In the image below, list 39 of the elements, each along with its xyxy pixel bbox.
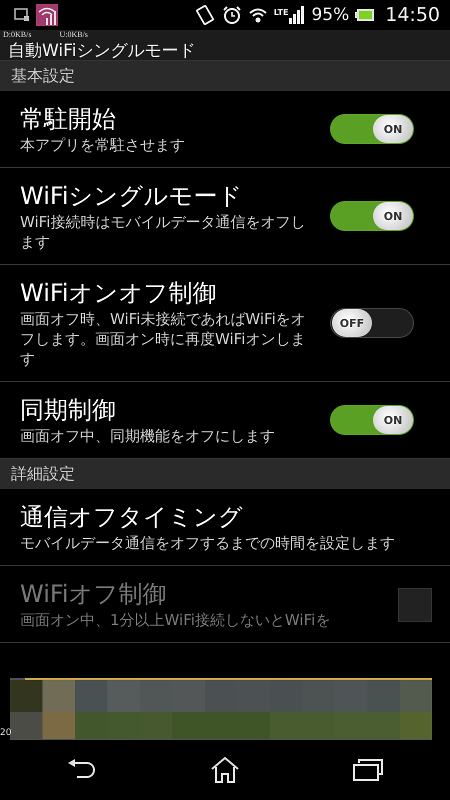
network-type-label: LTE [274, 8, 288, 17]
setting-row[interactable]: WiFiオンオフ制御 画面オフ時、WiFi未接続であればWiFiをオフします。画面オン時に再度WiFiオンします OFF [0, 265, 450, 382]
setting-row[interactable]: 常駐開始 本アプリを常駐させます ON [0, 91, 450, 168]
toggle-switch[interactable]: ON [330, 405, 414, 435]
upload-speed: U:0KB/s [59, 30, 88, 40]
clock-time: 14:50 [385, 4, 440, 26]
signal-bars-icon [289, 6, 306, 24]
setting-summary: 画面オン中、1分以上WiFi接続しないとWiFiを [20, 610, 332, 630]
setting-summary: 画面オフ中、同期機能をオフにします [20, 426, 276, 446]
setting-row[interactable]: 通信オフタイミング モバイルデータ通信をオフするまでの時間を設定します [0, 489, 450, 566]
toggle-switch[interactable]: ON [330, 201, 414, 231]
battery-icon [355, 8, 376, 22]
section-title: 詳細設定 [11, 464, 75, 484]
setting-title: 同期制御 [20, 395, 117, 426]
home-icon[interactable] [210, 756, 240, 784]
toggle-switch[interactable]: ON [330, 114, 414, 144]
app-title: 自動WiFiシングルモード [8, 42, 196, 60]
setting-title: WiFiオフ制御 [20, 579, 168, 610]
alarm-clock-icon [222, 5, 242, 25]
section-title: 基本設定 [11, 66, 75, 86]
setting-row[interactable]: WiFiシングルモード WiFi接続時はモバイルデータ通信をオフします ON [0, 168, 450, 265]
download-speed: D:0KB/s [3, 30, 32, 40]
vibrate-icon [194, 4, 216, 26]
screenshot-icon [14, 8, 30, 22]
setting-title: 常駐開始 [20, 104, 117, 135]
recent-apps-icon[interactable] [353, 759, 384, 781]
setting-summary: 画面オフ時、WiFi未接続であればWiFiをオフします。画面オン時に再度WiFiオンします [20, 309, 307, 369]
setting-title: WiFiシングルモード [20, 181, 244, 212]
toggle-switch[interactable]: OFF [330, 308, 414, 338]
battery-percent: 95% [311, 5, 350, 25]
ad-corner-text: 20 [0, 728, 12, 738]
setting-summary: モバイルデータ通信をオフするまでの時間を設定します [20, 533, 396, 553]
wifi-icon [248, 6, 268, 24]
wifi-signal-icon [36, 4, 58, 26]
setting-title: 通信オフタイミング [20, 502, 244, 533]
setting-title: WiFiオンオフ制御 [20, 278, 218, 309]
setting-summary: WiFi接続時はモバイルデータ通信をオフします [20, 212, 306, 252]
setting-summary: 本アプリを常駐させます [20, 135, 186, 155]
back-icon[interactable] [66, 759, 97, 781]
